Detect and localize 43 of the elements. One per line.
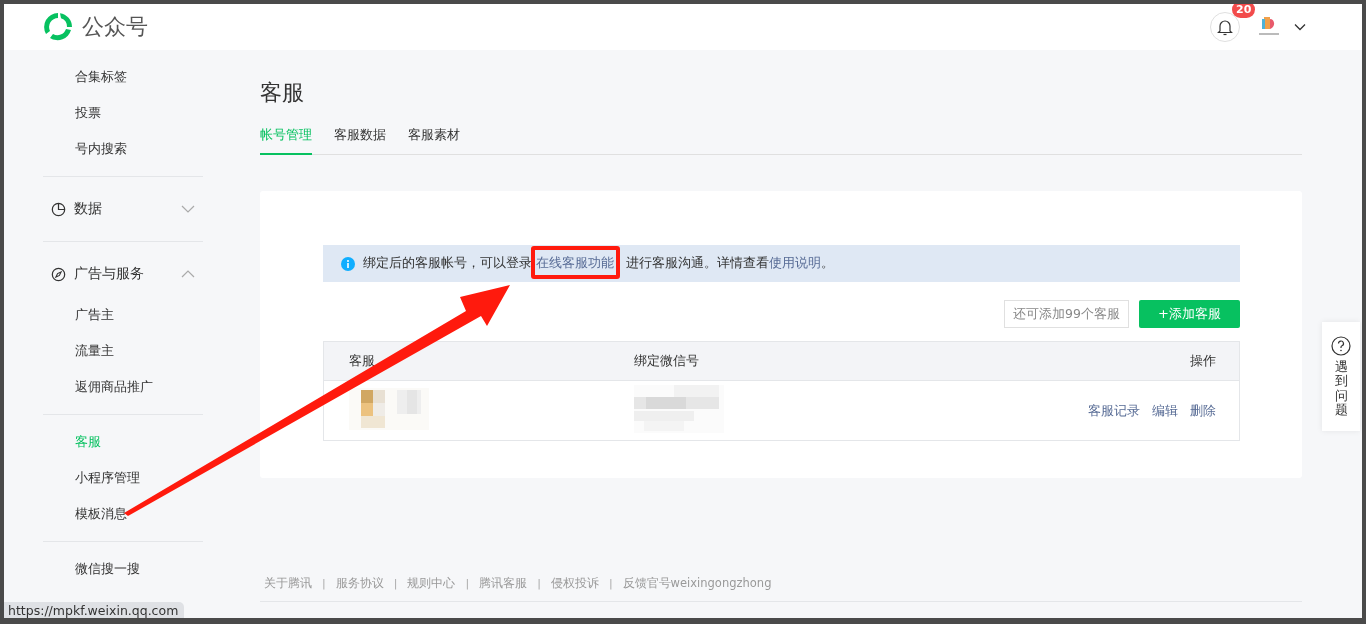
action-link[interactable]: 编辑 [1152,401,1178,420]
tab[interactable]: 客服素材 [408,118,460,155]
chevron-down-icon[interactable] [1294,23,1306,31]
separator: | [465,577,470,590]
chevron-up-icon [181,270,195,278]
sidebar-item[interactable]: 合集标签 [43,59,203,95]
page-title: 客服 [260,79,305,107]
logo-icon [42,11,74,43]
info-icon [341,256,355,271]
sidebar-item[interactable]: 流量主 [43,333,203,369]
separator: | [537,577,541,590]
question-icon [1331,336,1351,356]
help-panel[interactable]: 遇到问题 [1322,322,1360,432]
help-label: 遇到问题 [1334,360,1348,418]
action-link[interactable]: 客服记录 [1088,401,1140,420]
sidebar-item[interactable]: 投票 [43,95,203,131]
pie-chart-icon [51,201,66,217]
tab[interactable]: 客服数据 [334,118,386,155]
sidebar-group[interactable]: 数据 [43,186,203,232]
separator: | [322,577,326,590]
sidebar-item[interactable]: 广告主 [43,297,203,333]
notice-link[interactable]: 在线客服功能 [536,255,614,270]
notice-text: 绑定后的客服帐号，可以登录 在线客服功能 进行客服沟通。详情查看使用说明。 [363,255,834,272]
notice-link[interactable]: 使用说明 [769,255,821,270]
sidebar-group[interactable]: 广告与服务 [43,251,203,297]
notification-badge: 20 [1232,4,1256,18]
quota-label: 还可添加99个客服 [1004,300,1129,328]
sidebar-item[interactable]: 小程序管理 [43,460,203,496]
sidebar-item[interactable]: 返佣商品推广 [43,369,203,405]
bell-icon [1217,18,1233,36]
separator: | [393,577,398,590]
column-header: 客服 [349,352,376,370]
column-header: 绑定微信号 [634,352,700,370]
separator: | [608,577,613,590]
url-tooltip: https://mpkf.weixin.qq.com [4,602,185,618]
compass-icon [51,266,66,282]
logo-text: 公众号 [82,13,148,41]
sidebar-item[interactable]: 号内搜索 [43,131,203,167]
sidebar-item[interactable]: 模板消息 [43,496,203,532]
action-link[interactable]: 删除 [1190,401,1216,420]
column-header: 操作 [1189,352,1216,370]
sidebar-item[interactable]: 微信搜一搜 [43,551,203,587]
chevron-down-icon [181,205,195,213]
